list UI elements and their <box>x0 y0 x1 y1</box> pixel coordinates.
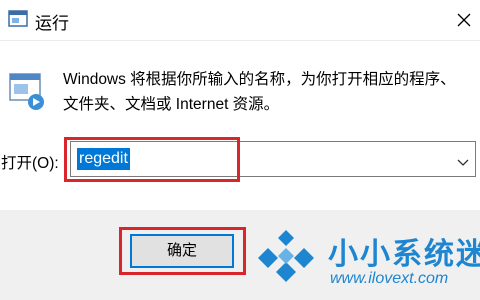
ok-highlight-box <box>119 227 246 275</box>
description-line-2: 文件夹、文档或 Internet 资源。 <box>63 96 280 113</box>
open-label: 打开(O): <box>1 155 59 172</box>
chevron-down-icon[interactable] <box>457 154 469 172</box>
description-text: Windows 将根据你所输入的名称，为你打开相应的程序、 文件夹、文档或 In… <box>63 67 473 117</box>
title-bar: 运行 <box>0 0 480 40</box>
run-program-icon <box>8 72 48 112</box>
window-title: 运行 <box>35 14 69 33</box>
input-highlight-box <box>64 137 240 182</box>
watermark-text: 小小系统迷 <box>328 238 480 271</box>
watermark-url: www.ilovext.com <box>330 270 449 287</box>
description-line-1: Windows 将根据你所输入的名称，为你打开相应的程序、 <box>63 71 456 88</box>
run-app-icon <box>8 10 28 28</box>
close-button[interactable] <box>452 0 480 38</box>
watermark-logo-icon <box>254 224 318 288</box>
title-separator <box>0 40 480 41</box>
close-icon <box>457 13 471 27</box>
